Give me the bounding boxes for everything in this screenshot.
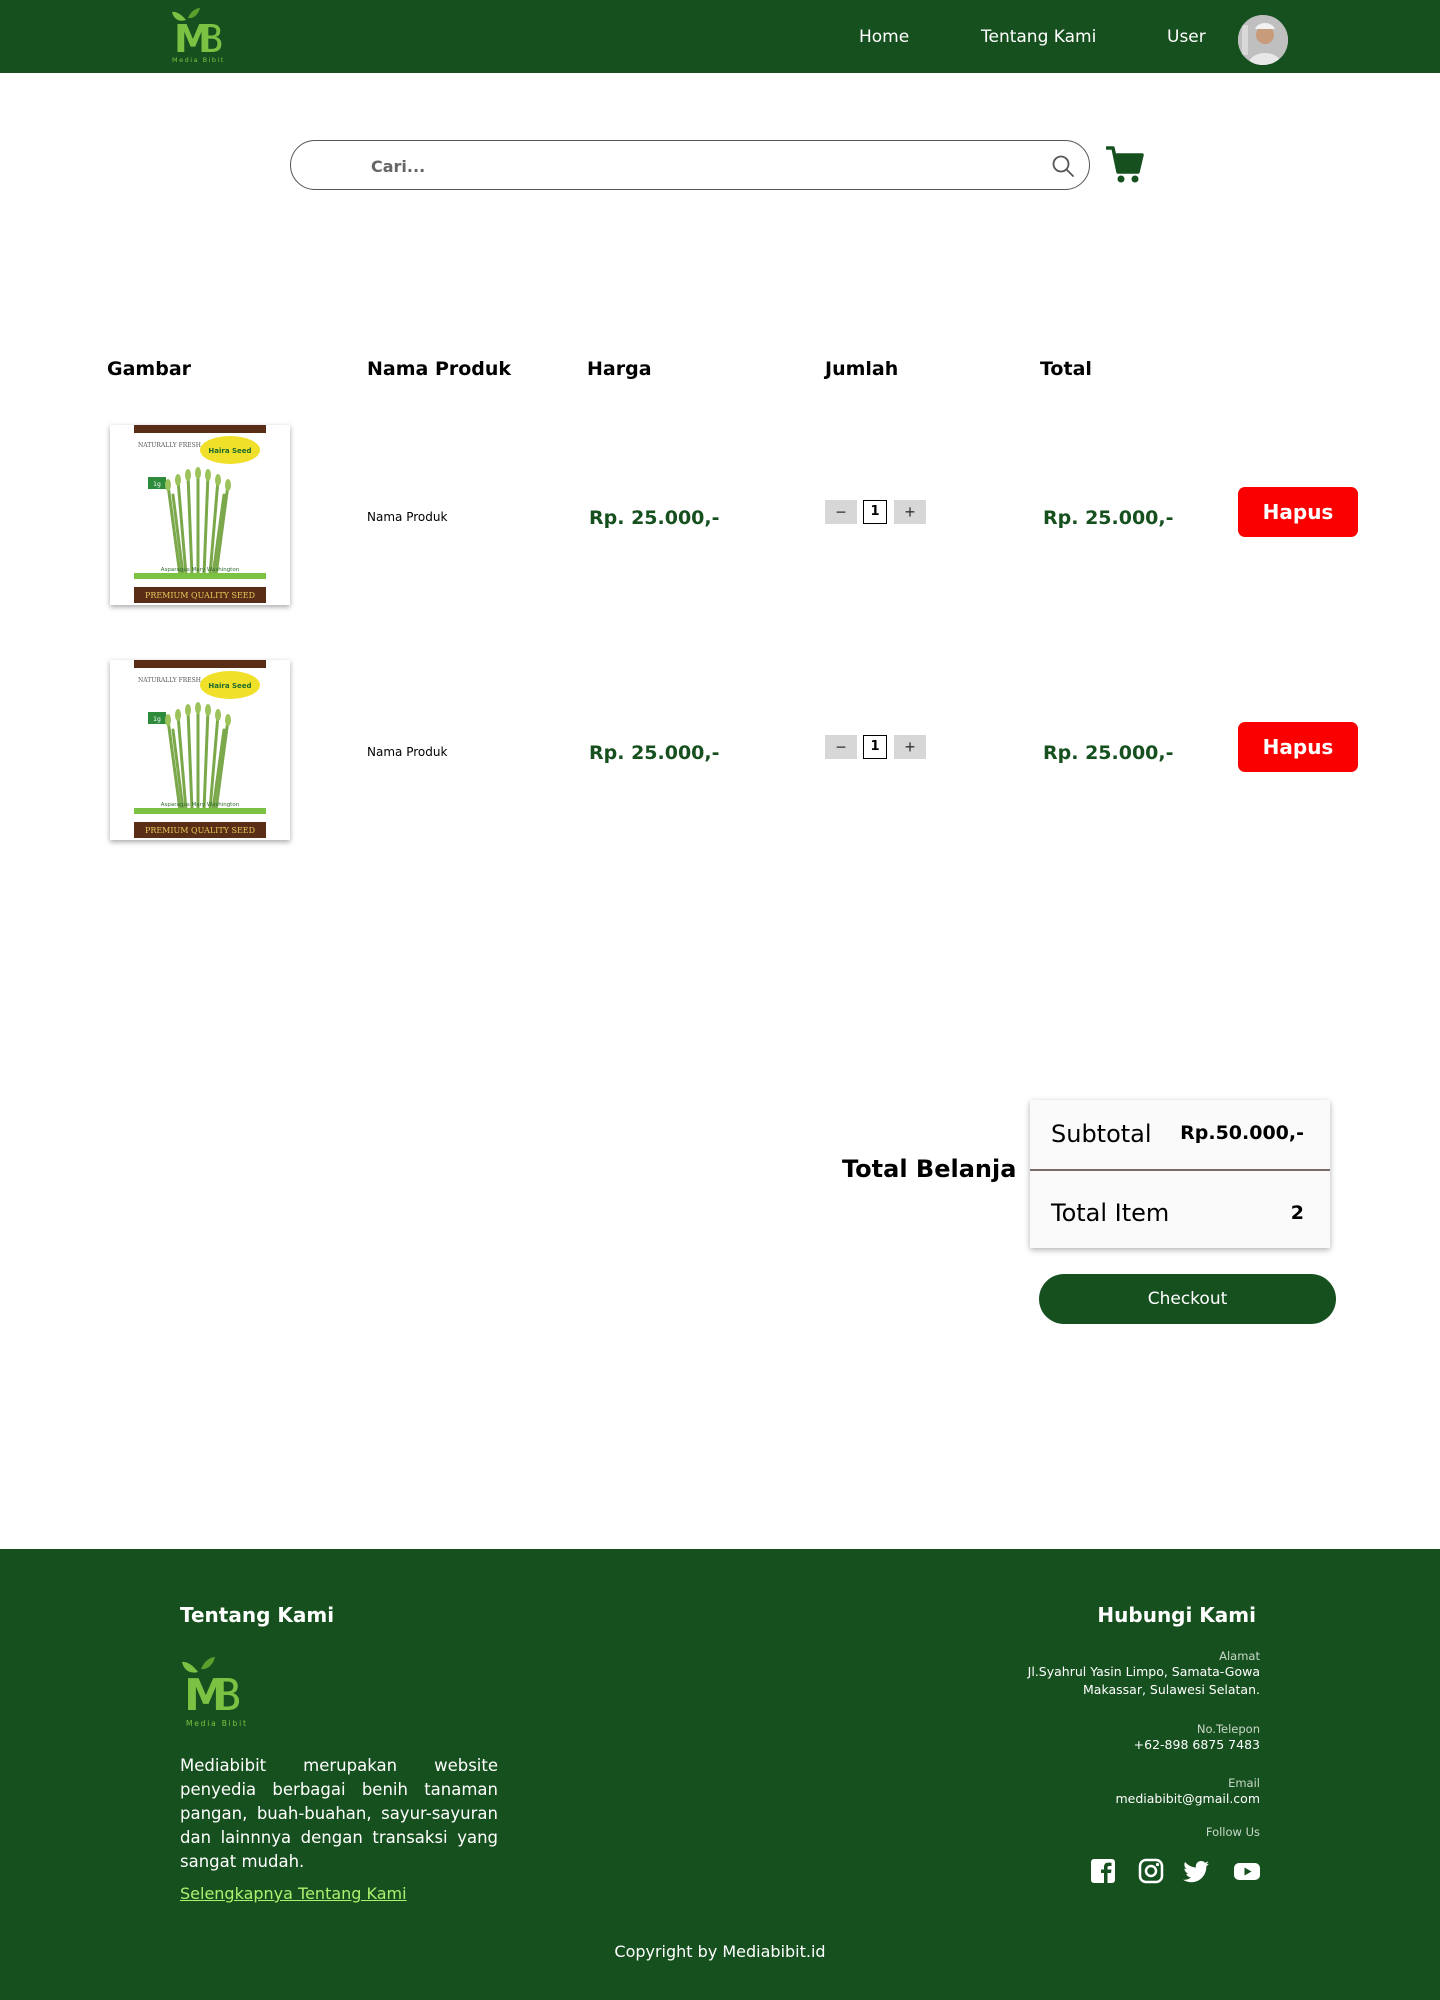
- phone-value: +62-898 6875 7483: [1133, 1737, 1260, 1752]
- cart-row: PREMIUM QUALITY SEED NATURALLY FRESH Hai…: [0, 660, 1440, 845]
- header-logo[interactable]: M B Media Bibit: [170, 6, 234, 64]
- footer-phone: No.Telepon +62-898 6875 7483: [1134, 1722, 1260, 1754]
- footer-about-title: Tentang Kami: [180, 1603, 335, 1627]
- total-item-value: 2: [1290, 1202, 1304, 1224]
- footer-more-link[interactable]: Selengkapnya Tentang Kami: [180, 1884, 407, 1903]
- row-total: Rp. 25.000,-: [1043, 742, 1174, 764]
- svg-text:NATURALLY FRESH: NATURALLY FRESH: [138, 677, 201, 684]
- copyright-text: Copyright by Mediabibit.id: [614, 1942, 826, 1961]
- subtotal-label: Subtotal: [1051, 1120, 1152, 1148]
- row-total: Rp. 25.000,-: [1043, 507, 1174, 529]
- product-price: Rp. 25.000,-: [589, 742, 720, 764]
- site-header: M B Media Bibit Home Tentang Kami User: [0, 0, 1440, 73]
- footer-address: Alamat Jl.Syahrul Yasin Limpo, Samata-Go…: [1028, 1649, 1260, 1699]
- summary-card: Subtotal Rp.50.000,- Total Item 2: [1030, 1100, 1330, 1248]
- nav-home[interactable]: Home: [859, 27, 909, 47]
- address-line-2: Makassar, Sulawesi Selatan.: [1083, 1682, 1260, 1697]
- instagram-icon[interactable]: [1137, 1857, 1165, 1885]
- qty-decrease-button[interactable]: −: [825, 500, 857, 524]
- qty-increase-button[interactable]: +: [894, 500, 926, 524]
- svg-text:1g: 1g: [153, 716, 161, 723]
- svg-text:NATURALLY FRESH: NATURALLY FRESH: [138, 442, 201, 449]
- footer-about-text: Mediabibit merupakan website penyedia be…: [180, 1756, 498, 1871]
- youtube-icon[interactable]: [1233, 1857, 1261, 1885]
- svg-text:Asparagus Mary Washington: Asparagus Mary Washington: [161, 802, 240, 808]
- qty-increase-button[interactable]: +: [894, 735, 926, 759]
- qty-value[interactable]: 1: [863, 735, 887, 759]
- cart-icon[interactable]: [1105, 145, 1144, 185]
- address-line-1: Jl.Syahrul Yasin Limpo, Samata-Gowa: [1027, 1664, 1260, 1679]
- phone-label: No.Telepon: [1196, 1722, 1260, 1736]
- footer-logo: M B Media Bibit: [180, 1652, 254, 1730]
- site-footer: Tentang Kami M B Media Bibit Mediabibit …: [0, 1549, 1440, 2000]
- address-label: Alamat: [1219, 1649, 1260, 1663]
- nav-tentang-kami[interactable]: Tentang Kami: [981, 27, 1096, 47]
- svg-text:Haira Seed: Haira Seed: [208, 447, 251, 455]
- product-name: Nama Produk: [367, 745, 448, 759]
- product-image[interactable]: PREMIUM QUALITY SEED NATURALLY FRESH Hai…: [110, 660, 290, 840]
- svg-text:Media Bibit: Media Bibit: [186, 1719, 248, 1728]
- summary-divider: [1030, 1169, 1330, 1171]
- twitter-icon[interactable]: [1183, 1857, 1211, 1885]
- nav-user[interactable]: User: [1167, 27, 1206, 47]
- checkout-button[interactable]: Checkout: [1039, 1274, 1336, 1324]
- column-header-nama-produk: Nama Produk: [367, 358, 512, 380]
- delete-button[interactable]: Hapus: [1238, 487, 1358, 537]
- svg-text:Haira Seed: Haira Seed: [208, 682, 251, 690]
- column-header-total: Total: [1040, 358, 1092, 380]
- total-belanja-title: Total Belanja: [842, 1155, 1017, 1183]
- product-image[interactable]: PREMIUM QUALITY SEED NATURALLY FRESH Hai…: [110, 425, 290, 605]
- logo-text: B: [198, 17, 224, 61]
- email-value: mediabibit@gmail.com: [1115, 1791, 1260, 1806]
- footer-contact-title: Hubungi Kami: [1097, 1603, 1256, 1627]
- product-price: Rp. 25.000,-: [589, 507, 720, 529]
- delete-button[interactable]: Hapus: [1238, 722, 1358, 772]
- svg-text:PREMIUM QUALITY SEED: PREMIUM QUALITY SEED: [145, 591, 255, 600]
- footer-email: Email mediabibit@gmail.com: [1115, 1776, 1260, 1808]
- column-header-jumlah: Jumlah: [825, 358, 899, 380]
- column-header-harga: Harga: [587, 358, 652, 380]
- user-avatar[interactable]: [1238, 15, 1288, 65]
- svg-text:Media Bibit: Media Bibit: [172, 56, 225, 64]
- search-input[interactable]: [371, 153, 991, 179]
- search-bar: [290, 140, 1090, 190]
- subtotal-value: Rp.50.000,-: [1180, 1122, 1304, 1144]
- cart-row: PREMIUM QUALITY SEED NATURALLY FRESH Hai…: [0, 425, 1440, 610]
- follow-label: Follow Us: [1205, 1825, 1260, 1839]
- total-item-label: Total Item: [1051, 1199, 1170, 1227]
- email-label: Email: [1228, 1776, 1260, 1790]
- search-icon[interactable]: [1051, 154, 1075, 178]
- column-header-gambar: Gambar: [107, 358, 192, 380]
- facebook-icon[interactable]: [1089, 1857, 1117, 1885]
- svg-text:PREMIUM QUALITY SEED: PREMIUM QUALITY SEED: [145, 826, 255, 835]
- qty-value[interactable]: 1: [863, 500, 887, 524]
- svg-text:B: B: [212, 1670, 242, 1721]
- product-name: Nama Produk: [367, 510, 448, 524]
- svg-text:1g: 1g: [153, 481, 161, 488]
- qty-decrease-button[interactable]: −: [825, 735, 857, 759]
- footer-follow: Follow Us: [1206, 1825, 1260, 1839]
- svg-text:Asparagus Mary Washington: Asparagus Mary Washington: [161, 567, 240, 573]
